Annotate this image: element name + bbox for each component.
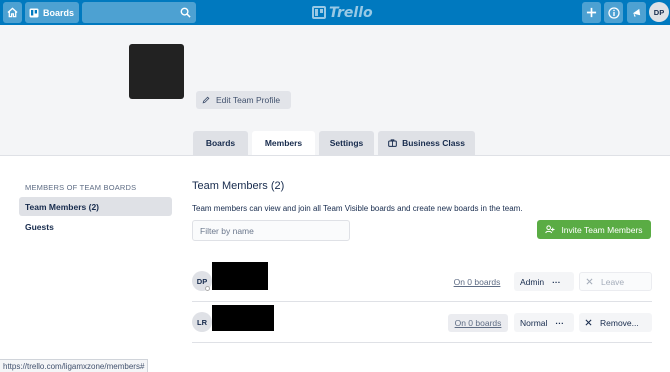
tab-label: Boards xyxy=(205,138,236,148)
tab-label: Business Class xyxy=(402,138,465,148)
trello-logo-icon xyxy=(312,6,326,19)
team-tabs: Boards Members Settings Business Class xyxy=(193,131,475,155)
sidebar-item-label: Team Members (2) xyxy=(25,201,100,212)
remove-member-button[interactable]: Remove... xyxy=(579,313,652,332)
divider xyxy=(192,301,652,302)
member-role-label: Admin xyxy=(520,276,545,287)
more-icon: ··· xyxy=(555,317,564,328)
member-name-redacted xyxy=(212,305,274,331)
divider xyxy=(0,155,670,156)
tab-settings[interactable]: Settings xyxy=(319,131,374,155)
top-header: Boards Trello DP xyxy=(0,0,670,25)
briefcase-icon xyxy=(388,139,397,147)
tab-label: Settings xyxy=(329,138,364,148)
close-icon xyxy=(586,278,593,285)
tab-boards[interactable]: Boards xyxy=(193,131,248,155)
divider xyxy=(192,342,652,343)
logo-text: Trello xyxy=(329,4,373,21)
more-icon: ··· xyxy=(552,276,561,287)
member-role-button[interactable]: Admin ··· xyxy=(514,272,574,291)
sidebar-item-guests[interactable]: Guests xyxy=(19,217,172,236)
members-description: Team members can view and join all Team … xyxy=(192,204,523,213)
search-input[interactable] xyxy=(82,2,196,23)
pencil-icon xyxy=(202,96,210,104)
page-title: Team Members (2) xyxy=(192,180,285,192)
member-role-button[interactable]: Normal ··· xyxy=(514,313,574,332)
plus-icon xyxy=(586,7,597,18)
member-row: LR On 0 boards Normal ··· Remove... xyxy=(192,303,652,343)
admin-badge-icon xyxy=(205,286,210,291)
invite-team-members-button[interactable]: Invite Team Members xyxy=(537,220,651,239)
member-row: DP On 0 boards Admin ··· Leave xyxy=(192,262,652,302)
member-role-label: Normal xyxy=(520,317,548,328)
megaphone-icon xyxy=(632,8,641,17)
sidebar-heading: MEMBERS OF TEAM BOARDS xyxy=(25,183,137,192)
boards-button[interactable]: Boards xyxy=(25,2,79,23)
member-name-redacted xyxy=(212,262,268,290)
member-avatar[interactable]: LR xyxy=(192,312,212,332)
team-logo xyxy=(129,44,184,99)
notifications-button[interactable] xyxy=(627,2,646,23)
home-icon xyxy=(7,7,18,18)
filter-by-name-input[interactable] xyxy=(192,220,350,241)
create-button[interactable] xyxy=(582,2,601,23)
tab-business-class[interactable]: Business Class xyxy=(378,131,475,155)
team-header: Edit Team Profile Boards Members Setting… xyxy=(0,25,670,155)
trello-logo[interactable]: Trello xyxy=(312,4,373,21)
edit-team-profile-label: Edit Team Profile xyxy=(216,95,281,105)
browser-status-url: https://trello.com/ligamxzone/members# xyxy=(0,359,149,372)
search-icon[interactable] xyxy=(180,7,191,18)
edit-team-profile-button[interactable]: Edit Team Profile xyxy=(196,91,291,109)
tab-members[interactable]: Members xyxy=(252,131,315,155)
leave-button[interactable]: Leave xyxy=(579,272,652,291)
leave-button-label: Leave xyxy=(601,276,625,287)
invite-button-label: Invite Team Members xyxy=(561,224,643,235)
user-avatar[interactable]: DP xyxy=(649,2,669,22)
remove-button-label: Remove... xyxy=(600,317,639,328)
sidebar-item-label: Guests xyxy=(25,221,54,232)
close-icon xyxy=(585,319,592,326)
info-icon xyxy=(607,6,620,19)
sidebar-item-team-members[interactable]: Team Members (2) xyxy=(19,197,172,216)
home-button[interactable] xyxy=(3,2,22,23)
info-button[interactable] xyxy=(604,2,623,23)
tab-label: Members xyxy=(264,138,303,148)
member-boards-link[interactable]: On 0 boards xyxy=(448,314,508,332)
add-member-icon xyxy=(545,225,555,234)
board-icon xyxy=(29,8,39,17)
boards-button-label: Boards xyxy=(43,7,75,18)
member-boards-link[interactable]: On 0 boards xyxy=(449,274,505,290)
